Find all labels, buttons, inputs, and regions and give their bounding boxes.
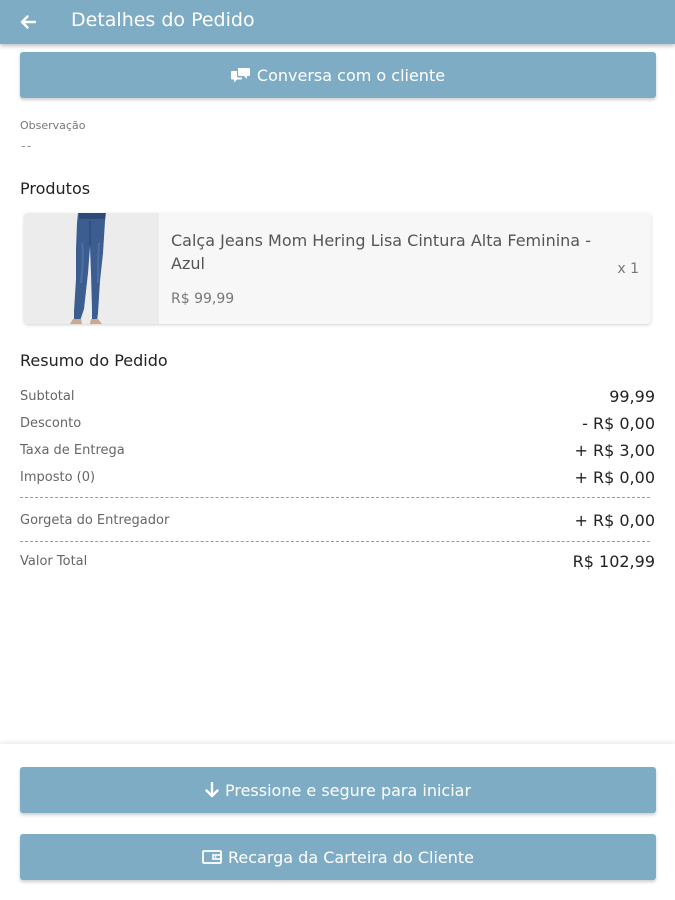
tip-label: Gorgeta do Entregador: [20, 513, 170, 528]
summary-row-discount: Desconto - R$ 0,00: [20, 414, 655, 436]
summary-row-total: Valor Total R$ 102,99: [20, 552, 655, 574]
chat-bubbles-icon: [230, 66, 251, 84]
delivery-fee-value: + R$ 3,00: [574, 441, 656, 460]
wallet-recharge-button[interactable]: Recarga da Carteira do Cliente: [20, 834, 656, 880]
arrow-down-icon: [205, 782, 219, 798]
page-title: Detalhes do Pedido: [71, 9, 255, 31]
tax-value: + R$ 0,00: [574, 468, 656, 487]
total-value: R$ 102,99: [572, 552, 655, 571]
products-title: Produtos: [20, 179, 91, 198]
observation-label: Observação: [20, 119, 86, 132]
delivery-fee-label: Taxa de Entrega: [20, 443, 125, 458]
tax-label: Imposto (0): [20, 470, 96, 485]
summary-divider: [20, 497, 650, 498]
observation-value: --: [21, 139, 33, 154]
tip-value: + R$ 0,00: [574, 511, 656, 530]
chat-with-customer-button[interactable]: Conversa com o cliente: [20, 52, 656, 98]
arrow-left-icon: [20, 15, 37, 29]
chat-with-customer-label: Conversa com o cliente: [256, 65, 446, 85]
summary-row-delivery-fee: Taxa de Entrega + R$ 3,00: [20, 441, 655, 463]
wallet-recharge-label: Recarga da Carteira do Cliente: [227, 847, 474, 867]
summary-divider: [20, 541, 650, 542]
summary-row-tip: Gorgeta do Entregador + R$ 0,00: [20, 511, 655, 533]
hold-to-start-label: Pressione e segure para iniciar: [224, 780, 472, 800]
product-price: R$ 99,99: [171, 291, 235, 307]
total-label: Valor Total: [20, 554, 88, 569]
app-bar: Detalhes do Pedido: [0, 0, 675, 44]
order-summary-title: Resumo do Pedido: [20, 351, 168, 370]
subtotal-value: 99,99: [609, 387, 655, 406]
product-quantity: x 1: [617, 261, 639, 277]
summary-row-subtotal: Subtotal 99,99: [20, 387, 655, 409]
product-name: Calça Jeans Mom Hering Lisa Cintura Alta…: [171, 231, 591, 273]
back-button[interactable]: [12, 6, 44, 38]
product-image: [24, 213, 159, 324]
discount-value: - R$ 0,00: [582, 414, 655, 433]
product-card[interactable]: Calça Jeans Mom Hering Lisa Cintura Alta…: [24, 213, 651, 324]
wallet-icon: [202, 849, 222, 865]
hold-to-start-button[interactable]: Pressione e segure para iniciar: [20, 767, 656, 813]
discount-label: Desconto: [20, 416, 82, 431]
summary-row-tax: Imposto (0) + R$ 0,00: [20, 468, 655, 490]
subtotal-label: Subtotal: [20, 389, 75, 404]
